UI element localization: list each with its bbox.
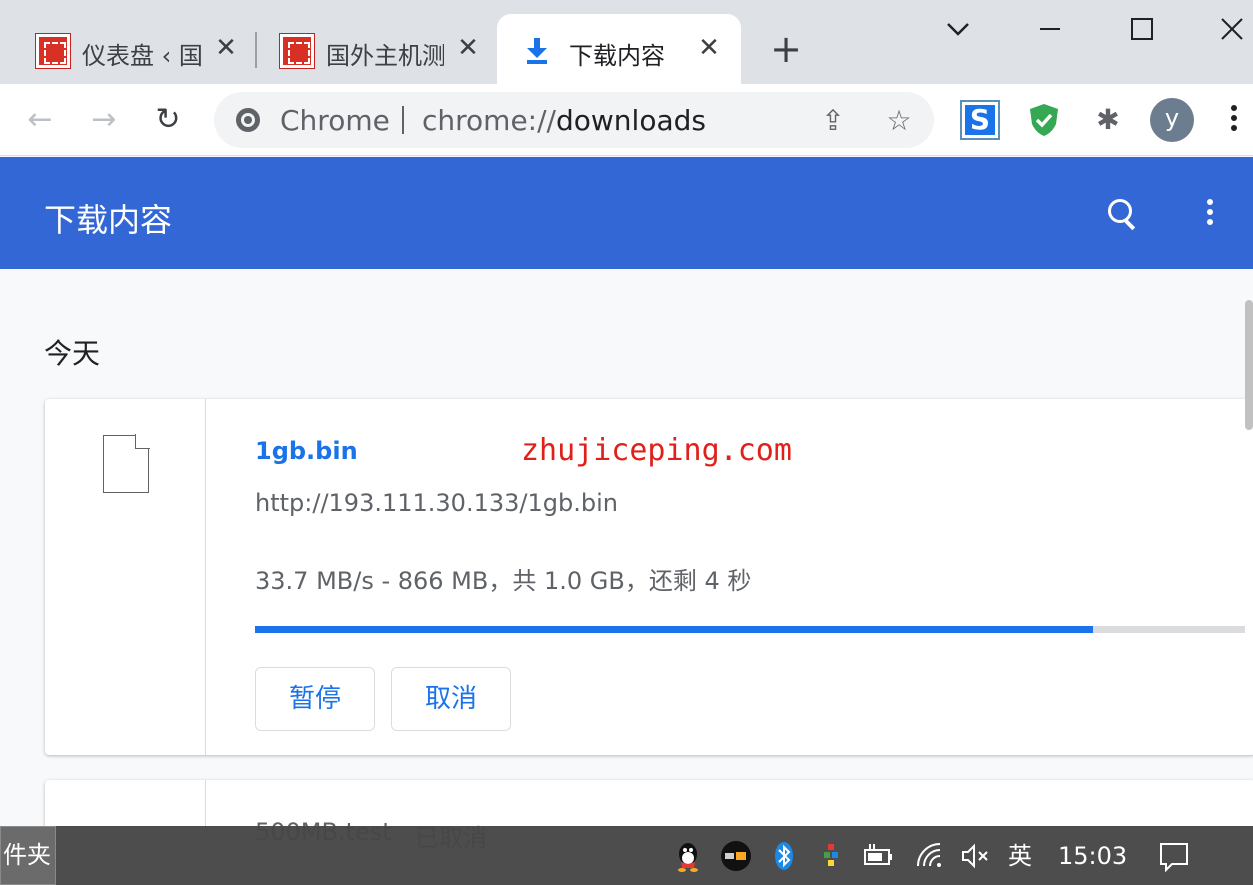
- tab-search-icon[interactable]: [938, 10, 978, 50]
- progress-fill: [255, 626, 1093, 633]
- url-scheme: chrome://: [422, 104, 556, 137]
- address-bar[interactable]: Chrome chrome://downloads ⇪ ☆: [214, 92, 934, 148]
- tab-close-icon[interactable]: ✕: [452, 32, 484, 64]
- clock-time[interactable]: 15:03: [1058, 840, 1127, 872]
- forward-button[interactable]: →: [84, 100, 124, 140]
- watermark-text: zhujiceping.com: [521, 433, 792, 468]
- search-icon[interactable]: [1104, 197, 1140, 233]
- more-options-icon[interactable]: [1198, 197, 1222, 233]
- reload-button[interactable]: ↻: [148, 100, 188, 140]
- tab-separator: [255, 32, 257, 68]
- color-grid-icon[interactable]: [816, 840, 848, 872]
- maximize-icon[interactable]: [1122, 10, 1162, 50]
- shield-extension-icon[interactable]: [1026, 102, 1062, 138]
- qq-icon[interactable]: [672, 840, 704, 872]
- download-progress-bar: [255, 626, 1245, 633]
- tab-dashboard[interactable]: 仪表盘 ‹ 国 ✕: [14, 14, 250, 84]
- tab-title: 下载内容: [569, 42, 665, 70]
- monitor-app-icon[interactable]: [720, 840, 752, 872]
- chrome-icon: [236, 108, 260, 132]
- date-heading: 今天: [44, 337, 101, 370]
- extension-s-icon[interactable]: S: [960, 100, 1000, 140]
- tab-downloads[interactable]: 下载内容 ✕: [497, 14, 741, 84]
- download-item: 1gb.bin zhujiceping.com http://193.111.3…: [45, 399, 1253, 755]
- notification-center-icon[interactable]: [1158, 840, 1190, 872]
- site-favicon-icon: [36, 34, 70, 68]
- download-icon: [527, 38, 547, 64]
- tab-host-review[interactable]: 国外主机测 ✕: [258, 14, 494, 84]
- close-window-icon[interactable]: [1212, 10, 1252, 50]
- windows-taskbar: 件夹 英 15:03: [0, 826, 1253, 885]
- tab-title: 仪表盘 ‹ 国: [82, 42, 203, 70]
- file-url[interactable]: http://193.111.30.133/1gb.bin: [255, 489, 618, 517]
- pause-button[interactable]: 暂停: [255, 667, 375, 731]
- tab-strip: 仪表盘 ‹ 国 ✕ 国外主机测 ✕ 下载内容 ✕ +: [0, 0, 1253, 84]
- share-icon[interactable]: ⇪: [818, 106, 848, 136]
- minimize-icon[interactable]: [1030, 10, 1070, 50]
- site-favicon-icon: [280, 34, 314, 68]
- new-tab-button[interactable]: +: [768, 30, 804, 68]
- omnibox-divider: [402, 106, 404, 134]
- tab-close-icon[interactable]: ✕: [210, 32, 242, 64]
- back-button[interactable]: ←: [20, 100, 60, 140]
- browser-toolbar: ← → ↻ Chrome chrome://downloads ⇪ ☆ S ✱ …: [0, 84, 1253, 156]
- wifi-icon[interactable]: [914, 840, 946, 872]
- file-name-link[interactable]: 1gb.bin: [255, 437, 358, 465]
- cancel-button[interactable]: 取消: [391, 667, 511, 731]
- profile-avatar[interactable]: y: [1150, 98, 1194, 142]
- tab-close-icon[interactable]: ✕: [693, 32, 725, 64]
- omnibox-chip: Chrome: [280, 104, 390, 137]
- input-language-indicator[interactable]: 英: [1008, 840, 1032, 872]
- extensions-puzzle-icon[interactable]: ✱: [1090, 102, 1126, 138]
- bluetooth-icon[interactable]: [768, 840, 800, 872]
- downloads-header: 下载内容: [0, 157, 1253, 269]
- bookmark-star-icon[interactable]: ☆: [884, 106, 914, 136]
- taskbar-folder-button[interactable]: 件夹: [0, 826, 56, 885]
- tab-title: 国外主机测: [326, 42, 444, 70]
- page-title: 下载内容: [44, 201, 173, 239]
- url-host: downloads: [555, 104, 706, 137]
- download-status: 33.7 MB/s - 866 MB，共 1.0 GB，还剩 4 秒: [255, 567, 752, 595]
- omnibox-url[interactable]: chrome://downloads: [422, 104, 706, 137]
- browser-menu-icon[interactable]: [1222, 102, 1246, 138]
- file-icon-column: [45, 399, 206, 755]
- volume-muted-icon[interactable]: [960, 840, 992, 872]
- page-scrollbar[interactable]: [1245, 300, 1253, 430]
- file-icon: [103, 434, 150, 493]
- battery-icon[interactable]: [862, 840, 894, 872]
